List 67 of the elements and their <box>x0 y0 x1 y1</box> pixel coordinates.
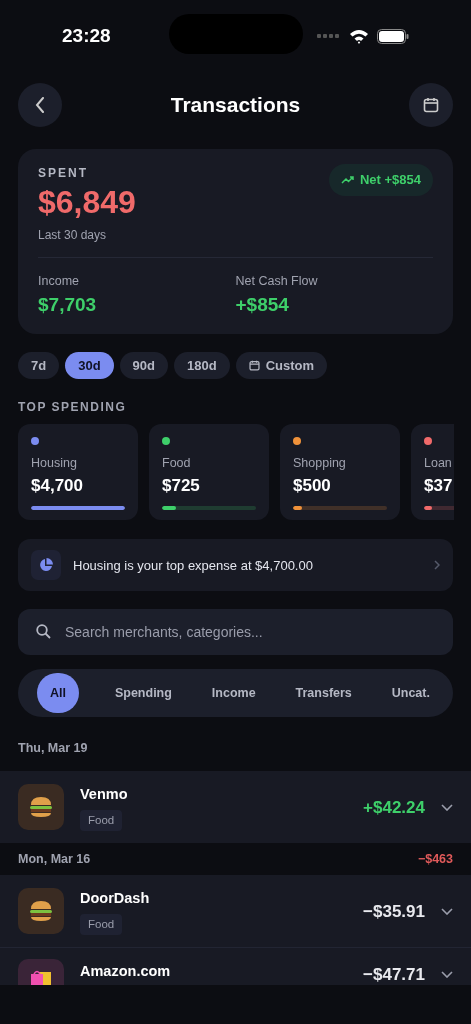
calendar-button[interactable] <box>409 83 453 127</box>
category-card[interactable]: Loan $37 <box>411 424 454 521</box>
chevron-left-icon <box>35 97 45 113</box>
filter-tab[interactable]: Transfers <box>291 673 356 714</box>
stat-label: Income <box>38 273 80 290</box>
filter-tab[interactable]: Spending <box>110 673 176 714</box>
range-chip[interactable]: 90d <box>119 352 168 380</box>
transaction-amount: +$42.24 <box>363 796 425 819</box>
category-name: Loan <box>424 455 453 473</box>
category-card[interactable]: Housing $4,700 <box>18 424 138 521</box>
range-chip[interactable]: 180d <box>174 352 230 380</box>
category-amount: $500 <box>293 475 332 497</box>
burger-icon <box>29 900 53 923</box>
page-title: Transactions <box>170 92 301 119</box>
trending-up-icon <box>340 175 354 184</box>
stat-label: Net Cash Flow <box>235 273 319 290</box>
category-amount: $4,700 <box>31 475 84 497</box>
transaction-amount: −$35.91 <box>363 900 425 923</box>
category-card[interactable]: Food $725 <box>149 424 269 521</box>
spent-label: SPENT <box>38 165 89 182</box>
category-name: Shopping <box>293 455 347 473</box>
status-time: 23:28 <box>62 23 111 48</box>
merchant-name: Venmo <box>80 784 128 804</box>
category-tag: Food <box>80 809 123 831</box>
category-tag: Food <box>80 913 123 935</box>
range-chip[interactable]: Custom <box>235 352 327 380</box>
back-button[interactable] <box>18 83 62 127</box>
burger-icon <box>29 796 53 819</box>
transaction-row[interactable]: Venmo Food +$42.24 <box>0 771 471 844</box>
filter-tab[interactable]: Income <box>207 673 260 714</box>
shopping-bags-icon <box>29 969 53 986</box>
stat-value: +$854 <box>235 292 290 317</box>
calendar-icon <box>423 97 439 113</box>
date-header: Mon, Mar 16 <box>18 850 91 868</box>
chevron-down-icon <box>441 907 453 915</box>
merchant-name: DoorDash <box>80 888 150 908</box>
day-total: −$463 <box>417 850 453 868</box>
signal-icon <box>317 34 341 38</box>
category-card[interactable]: Shopping $500 <box>280 424 400 521</box>
category-amount: $37 <box>424 475 454 497</box>
calendar-icon <box>248 360 260 372</box>
chevron-right-icon <box>434 560 440 571</box>
battery-icon <box>377 28 409 44</box>
insight-text: Housing is your top expense at $4,700.00 <box>73 556 314 575</box>
search-icon <box>36 624 51 640</box>
spent-amount: $6,849 <box>38 183 136 222</box>
range-chip[interactable]: 30d <box>65 352 114 380</box>
pie-chart-icon <box>39 558 53 573</box>
search-field[interactable]: Search merchants, categories... <box>18 609 453 656</box>
category-name: Food <box>162 455 192 473</box>
range-chip[interactable]: 7d <box>18 352 60 380</box>
category-name: Housing <box>31 455 78 473</box>
net-badge-text: Net +$854 <box>359 171 421 189</box>
chevron-down-icon <box>441 971 453 979</box>
wifi-icon <box>349 28 369 44</box>
transaction-row[interactable]: DoorDash Food −$35.91 <box>0 875 471 948</box>
merchant-name: Amazon.com <box>80 962 171 982</box>
stat-value: $7,703 <box>38 292 98 317</box>
transaction-amount: −$47.71 <box>363 965 425 986</box>
filter-tab[interactable]: Uncat. <box>387 673 434 714</box>
insight-banner[interactable]: Housing is your top expense at $4,700.00 <box>18 539 453 592</box>
date-header: Thu, Mar 19 <box>18 740 88 758</box>
category-amount: $725 <box>162 475 201 497</box>
period-text: Last 30 days <box>38 227 108 244</box>
chevron-down-icon <box>441 803 453 811</box>
filter-tab[interactable]: All <box>37 673 79 714</box>
section-title: TOP SPENDING <box>17 399 128 417</box>
